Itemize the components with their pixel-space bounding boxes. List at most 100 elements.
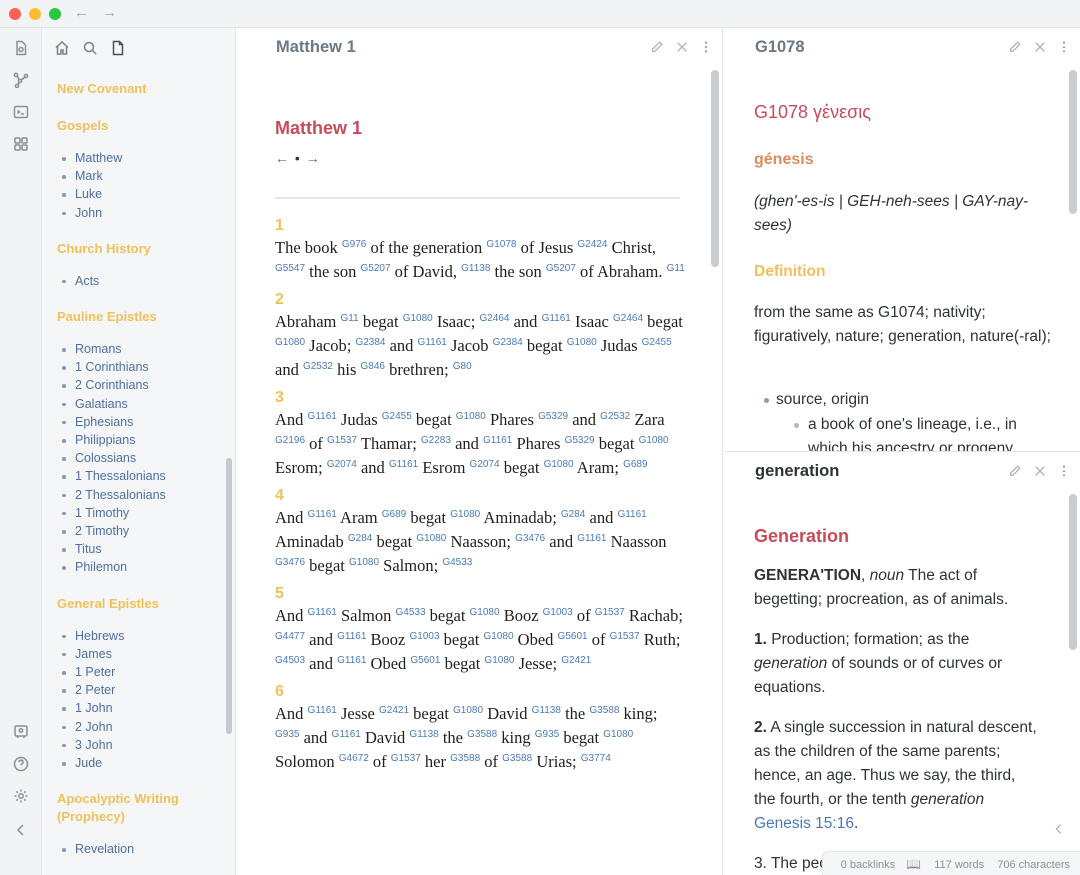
next-chapter-link[interactable]: → [306, 150, 321, 166]
sidebar-item-hebrews[interactable]: Hebrews [57, 627, 222, 645]
strongs-link[interactable]: G1080 [450, 509, 480, 520]
settings-icon[interactable] [13, 788, 29, 804]
strongs-link[interactable]: G1537 [391, 753, 421, 764]
collapse-left-icon[interactable] [13, 822, 29, 838]
file-icon[interactable] [110, 40, 126, 56]
strongs-link[interactable]: G1080 [603, 729, 633, 740]
sidebar-section-heading[interactable]: General Epistles [57, 595, 222, 613]
strongs-link[interactable]: G1080 [639, 435, 669, 446]
sidebar-item-titus[interactable]: Titus [57, 540, 222, 558]
strongs-link[interactable]: G3476 [275, 557, 305, 568]
strongs-link[interactable]: G846 [361, 361, 385, 372]
strongs-link[interactable]: G5601 [558, 631, 588, 642]
strongs-link[interactable]: G1161 [337, 631, 366, 642]
sidebar-item-2-peter[interactable]: 2 Peter [57, 681, 222, 699]
strongs-link[interactable]: G1138 [532, 705, 561, 716]
strongs-link[interactable]: G4533 [442, 557, 472, 568]
strongs-link[interactable]: G4477 [275, 631, 305, 642]
sidebar-item-1-thessalonians[interactable]: 1 Thessalonians [57, 467, 222, 485]
strongs-link[interactable]: G1003 [543, 607, 573, 618]
strongs-link[interactable]: G2532 [303, 361, 333, 372]
back-arrow-icon[interactable]: ← [74, 4, 89, 22]
strongs-link[interactable]: G3774 [581, 753, 611, 764]
graph-view-icon[interactable] [13, 72, 29, 88]
backlinks-count[interactable]: 0 backlinks [841, 859, 895, 871]
strongs-link[interactable]: G2196 [275, 435, 305, 446]
strongs-link[interactable]: G5207 [546, 263, 576, 274]
close-icon[interactable] [675, 40, 689, 54]
sidebar-item-acts[interactable]: Acts [57, 272, 222, 290]
pane-tab-title[interactable]: Matthew 1 [276, 38, 356, 57]
strongs-link[interactable]: G1078 [486, 239, 516, 250]
strongs-link[interactable]: G1080 [416, 533, 446, 544]
strongs-link[interactable]: G1161 [332, 729, 361, 740]
strongs-link[interactable]: G2421 [561, 655, 591, 666]
close-icon[interactable] [1033, 40, 1047, 54]
maximize-window-button[interactable] [49, 8, 61, 20]
strongs-link[interactable]: G1161 [389, 459, 418, 470]
strongs-link[interactable]: G2464 [613, 313, 643, 324]
sidebar-item-ephesians[interactable]: Ephesians [57, 413, 222, 431]
strongs-link[interactable]: G1080 [403, 313, 433, 324]
edit-icon[interactable] [1008, 40, 1022, 54]
strongs-link[interactable]: G284 [561, 509, 585, 520]
pane-tab-title[interactable]: G1078 [755, 38, 805, 57]
strongs-link[interactable]: G1161 [418, 337, 447, 348]
strongs-link[interactable]: G1537 [610, 631, 640, 642]
search-icon[interactable] [82, 40, 98, 56]
strongs-link[interactable]: G1161 [483, 435, 512, 446]
sidebar-item-jude[interactable]: Jude [57, 754, 222, 772]
vault-icon[interactable] [13, 724, 29, 740]
open-note-icon[interactable] [13, 40, 29, 56]
strongs-link[interactable]: G2074 [470, 459, 500, 470]
strongs-link[interactable]: G3588 [589, 705, 619, 716]
close-icon[interactable] [1033, 464, 1047, 478]
strongs-link[interactable]: G1080 [567, 337, 597, 348]
strongs-link[interactable]: G689 [382, 509, 406, 520]
strongs-link[interactable]: G1080 [456, 411, 486, 422]
sidebar-item-1-peter[interactable]: 1 Peter [57, 663, 222, 681]
terminal-icon[interactable] [13, 104, 29, 120]
note-scrollbar[interactable] [711, 70, 719, 267]
close-window-button[interactable] [9, 8, 21, 20]
strongs-link[interactable]: G1537 [327, 435, 357, 446]
strongs-link[interactable]: G935 [275, 729, 299, 740]
strongs-link[interactable]: G284 [348, 533, 372, 544]
sidebar-item-luke[interactable]: Luke [57, 185, 222, 203]
strongs-link[interactable]: G1080 [484, 631, 514, 642]
edit-icon[interactable] [650, 40, 664, 54]
strongs-link[interactable]: G4672 [339, 753, 369, 764]
help-icon[interactable] [13, 756, 29, 772]
strongs-link[interactable]: G1161 [617, 509, 646, 520]
strongs-link[interactable]: G1161 [337, 655, 366, 666]
more-options-icon[interactable] [699, 40, 713, 54]
strongs-link[interactable]: G5601 [410, 655, 440, 666]
strongs-link[interactable]: G2532 [600, 411, 630, 422]
strongs-link[interactable]: G4503 [275, 655, 305, 666]
strongs-link[interactable]: G1003 [410, 631, 440, 642]
more-options-icon[interactable] [1057, 464, 1071, 478]
sidebar-scrollbar[interactable] [226, 458, 232, 734]
strongs-link[interactable]: G5329 [565, 435, 595, 446]
strongs-link[interactable]: G1161 [308, 509, 337, 520]
forward-arrow-icon[interactable]: → [102, 4, 117, 22]
sidebar-section-heading[interactable]: Pauline Epistles [57, 308, 222, 326]
more-options-icon[interactable] [1057, 40, 1071, 54]
strongs-link[interactable]: G2421 [379, 705, 409, 716]
sidebar-section-heading[interactable]: Church History [57, 240, 222, 258]
strongs-link[interactable]: G2074 [327, 459, 357, 470]
sidebar-item-galatians[interactable]: Galatians [57, 395, 222, 413]
scripture-link[interactable]: Genesis 15:16 [754, 815, 854, 832]
sidebar-item-mark[interactable]: Mark [57, 167, 222, 185]
sidebar-item-philemon[interactable]: Philemon [57, 558, 222, 576]
strongs-link[interactable]: G5547 [275, 263, 305, 274]
strongs-link[interactable]: G2283 [421, 435, 451, 446]
dictionary-scrollbar[interactable] [1069, 494, 1077, 650]
strongs-link[interactable]: G1080 [470, 607, 500, 618]
strongs-link[interactable]: G4533 [396, 607, 426, 618]
strongs-link[interactable]: G689 [623, 459, 647, 470]
sidebar-section-heading[interactable]: Gospels [57, 117, 222, 135]
sidebar-item-james[interactable]: James [57, 645, 222, 663]
strongs-link[interactable]: G1080 [349, 557, 379, 568]
strongs-link[interactable]: G2464 [479, 313, 509, 324]
